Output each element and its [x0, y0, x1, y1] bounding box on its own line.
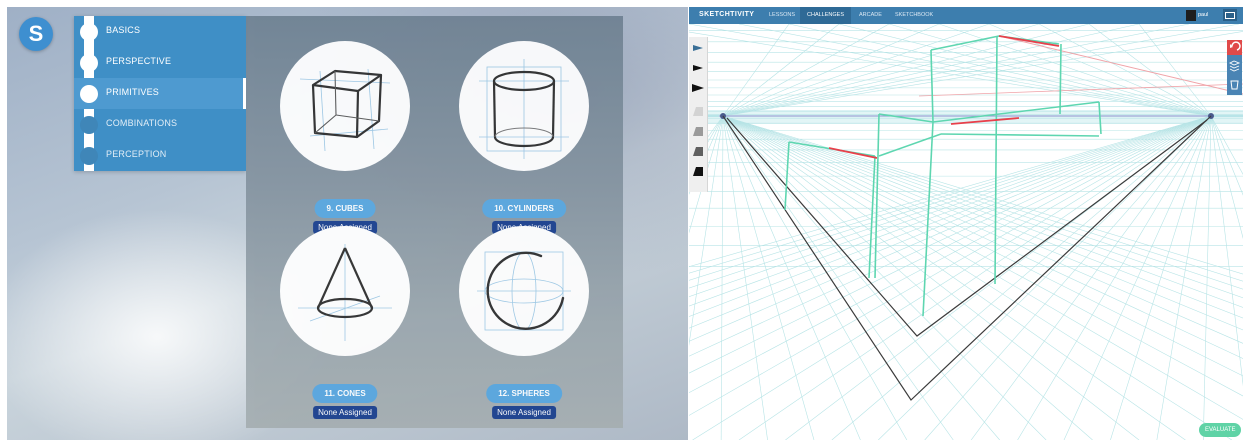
nav-item-label: PERSPECTIVE: [106, 56, 172, 66]
lesson-card-cones: 11. CONES None Assigned: [270, 226, 420, 419]
grid-icon[interactable]: [1227, 58, 1242, 73]
nav-item-combinations[interactable]: COMBINATIONS: [74, 109, 246, 140]
lesson-category-nav: BASICS PERSPECTIVE PRIMITIVES COMBINATIO…: [74, 16, 246, 171]
lesson-thumbnail-cones[interactable]: [280, 226, 410, 356]
lesson-title-pill[interactable]: 9. CUBES: [314, 199, 376, 218]
fullscreen-button[interactable]: [1223, 9, 1237, 21]
nav-item-primitives[interactable]: PRIMITIVES: [74, 78, 246, 109]
nav-item-label: COMBINATIONS: [106, 118, 178, 128]
pen-light-icon[interactable]: [691, 41, 705, 55]
nav-item-perspective[interactable]: PERSPECTIVE: [74, 47, 246, 78]
nav-item-basics[interactable]: BASICS: [74, 16, 246, 47]
nav-item-label: BASICS: [106, 25, 141, 35]
nav-item-perception[interactable]: PERCEPTION: [74, 140, 246, 171]
progress-dot: [80, 85, 98, 103]
shade-black-icon[interactable]: [691, 164, 705, 178]
brush-toolbar: [689, 37, 708, 192]
cone-icon: [298, 244, 392, 341]
avatar: [1186, 10, 1196, 21]
progress-dot: [80, 23, 98, 41]
shade-dark-icon[interactable]: [691, 144, 705, 158]
lesson-thumbnail-spheres[interactable]: [459, 226, 589, 356]
assignment-status-badge: None Assigned: [313, 406, 377, 419]
username: paul: [1198, 12, 1209, 18]
lesson-title-pill[interactable]: 11. CONES: [312, 384, 378, 403]
nav-item-label: PRIMITIVES: [106, 87, 160, 97]
progress-dot: [80, 54, 98, 72]
brand-logo[interactable]: SKETCHTIVITY: [699, 11, 754, 18]
pen-medium-icon[interactable]: [691, 61, 705, 75]
app-logo[interactable]: S: [19, 17, 53, 51]
nav-lessons[interactable]: LESSONS: [762, 7, 802, 24]
lesson-grid: 9. CUBES None Assigned: [246, 16, 623, 428]
evaluate-button[interactable]: EVALUATE: [1199, 423, 1242, 437]
lesson-thumbnail-cubes[interactable]: [280, 41, 410, 171]
lesson-title-pill[interactable]: 10. CYLINDERS: [482, 199, 566, 218]
pen-bold-icon[interactable]: [691, 81, 705, 95]
clear-icon[interactable]: [1227, 77, 1242, 92]
shade-medium-icon[interactable]: [691, 124, 705, 138]
lesson-card-spheres: 12. SPHERES None Assigned: [449, 226, 599, 419]
lesson-title-pill[interactable]: 12. SPHERES: [486, 384, 562, 403]
top-navigation-bar: SKETCHTIVITY LESSONS CHALLENGES ARCADE S…: [689, 7, 1243, 24]
progress-dot: [80, 147, 98, 165]
shade-light-icon[interactable]: [691, 104, 705, 118]
nav-challenges[interactable]: CHALLENGES: [800, 7, 851, 24]
canvas-side-tools: [1227, 40, 1242, 95]
sketch-canvas-panel: SKETCHTIVITY LESSONS CHALLENGES ARCADE S…: [689, 7, 1243, 440]
assignment-status-badge: None Assigned: [492, 406, 556, 419]
lesson-picker-panel: S BASICS PERSPECTIVE PRIMITIVES COMBINAT…: [7, 7, 688, 440]
progress-dot: [80, 116, 98, 134]
lesson-thumbnail-cylinders[interactable]: [459, 41, 589, 171]
lesson-card-cubes: 9. CUBES None Assigned: [270, 41, 420, 234]
cylinder-icon: [479, 59, 569, 159]
user-menu[interactable]: paul: [1186, 10, 1208, 21]
cube-icon: [299, 68, 391, 152]
drawing-canvas[interactable]: [689, 24, 1243, 440]
undo-icon[interactable]: [1227, 40, 1242, 55]
sphere-icon: [477, 251, 571, 331]
lesson-card-cylinders: 10. CYLINDERS None Assigned: [449, 41, 599, 234]
nav-item-label: PERCEPTION: [106, 149, 167, 159]
nav-sketchbook[interactable]: SKETCHBOOK: [888, 7, 940, 24]
nav-arcade[interactable]: ARCADE: [852, 7, 889, 24]
